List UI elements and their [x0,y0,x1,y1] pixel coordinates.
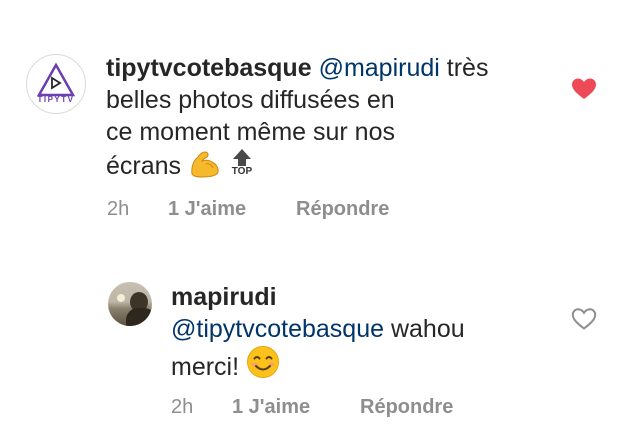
comment-text: tipytvcotebasque @mapirudi très belles p… [106,52,526,186]
comment-time: 2h [107,198,130,220]
heart-outline-icon [571,308,597,330]
comment-body-line2: ce moment même sur nos [106,118,395,146]
avatar-person-body [126,308,152,326]
comment-mention[interactable]: @mapirudi [319,54,440,82]
mapirudi-avatar[interactable] [108,282,152,326]
avatar-brand-text: TIPYTV [37,95,75,104]
reply-likes[interactable]: 1 J'aime [232,396,310,419]
reply-username[interactable]: mapirudi [171,283,277,311]
comment-body-line3: écrans [106,152,182,180]
top-arrow-emoji-icon: TOP [229,148,255,180]
top-label: TOP [231,166,253,177]
smiling-face-emoji-icon [246,345,280,387]
reply-like-button[interactable] [571,307,597,336]
comment-item: TIPYTV tipytvcotebasque @mapirudi très b… [0,0,640,230]
comment-meta: 2h 1 J'aime Répondre [0,198,640,224]
tipytv-avatar[interactable]: TIPYTV [26,54,86,114]
reply-reply-button[interactable]: Répondre [360,396,453,419]
like-button[interactable] [571,77,597,106]
comment-username[interactable]: tipytvcotebasque [106,54,312,82]
comment-likes[interactable]: 1 J'aime [168,198,246,221]
reply-text: mapirudi @tipytvcotebasque wahou merci! [171,281,551,387]
flexed-biceps-emoji-icon [188,148,222,186]
reply-body-line2: wahou [384,315,465,343]
reply-button[interactable]: Répondre [296,198,389,221]
reply-time: 2h [171,396,194,418]
reply-body-line3: merci! [171,353,240,381]
tipytv-logo-icon [36,62,76,97]
avatar-sun [117,294,125,302]
heart-filled-icon [572,78,596,99]
reply-meta: 2h 1 J'aime Répondre [0,396,640,422]
reply-mention[interactable]: @tipytvcotebasque [171,315,384,343]
